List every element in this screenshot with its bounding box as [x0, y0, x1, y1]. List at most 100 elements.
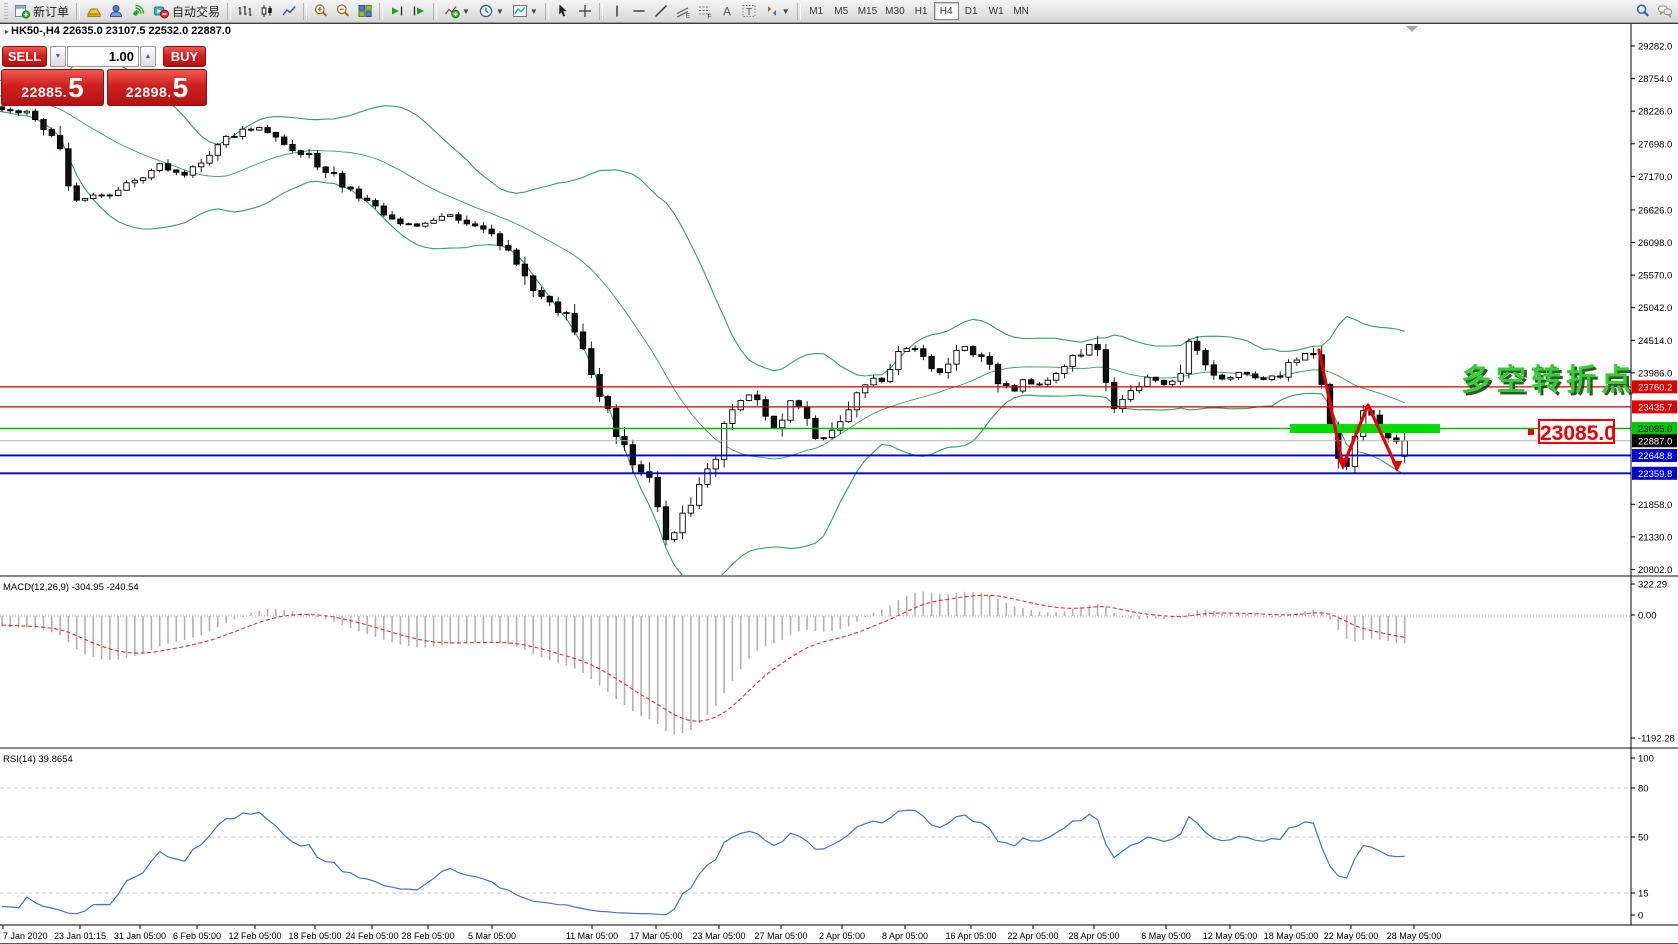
- tile-windows-button[interactable]: [354, 1, 376, 21]
- signals-button[interactable]: [127, 1, 149, 21]
- buy-button[interactable]: BUY: [163, 46, 206, 67]
- zigzag-arrowhead-icon: [1391, 461, 1403, 472]
- candle-down: [1036, 383, 1043, 386]
- volume-increase-button[interactable]: ▲: [140, 46, 156, 67]
- price-tag-label: 23760.2: [1638, 382, 1672, 393]
- trendline-tool-button[interactable]: [650, 1, 672, 21]
- candle-up: [81, 198, 89, 201]
- candle-up: [239, 128, 246, 137]
- rsi-tick-label: 50: [1638, 833, 1649, 844]
- candlestick-chart-type-button[interactable]: [256, 1, 278, 21]
- candle-up: [787, 400, 794, 421]
- timeframe-h1-button[interactable]: H1: [909, 2, 934, 20]
- equidistant-channel-icon: E: [676, 7, 690, 19]
- candle-down: [397, 218, 404, 225]
- timeframe-h4-button[interactable]: H4: [933, 2, 959, 20]
- time-tick-label: 18 May 05:00: [1264, 931, 1319, 941]
- crosshair-tool-button[interactable]: [574, 1, 596, 21]
- candle-up: [679, 512, 686, 534]
- time-tick-label: 8 Apr 05:00: [882, 931, 928, 941]
- timeframe-toolbar: M1 M5 M15 M30 H1 H4 D1 W1 MN: [804, 2, 1034, 20]
- community-button[interactable]: [105, 1, 127, 21]
- time-tick-label: 6 May 05:00: [1141, 931, 1191, 941]
- candle-down: [521, 263, 529, 277]
- zoom-in-button[interactable]: [310, 1, 332, 21]
- line-chart-type-button[interactable]: [278, 1, 300, 21]
- text-tool-button[interactable]: A: [716, 1, 738, 21]
- candle-down: [1028, 379, 1035, 385]
- time-tick-label: 24 Feb 05:00: [345, 931, 398, 941]
- candle-down: [496, 233, 504, 246]
- timeframe-d1-button[interactable]: D1: [959, 2, 984, 20]
- candle-down: [65, 148, 72, 187]
- timeframe-m1-button[interactable]: M1: [804, 2, 829, 20]
- time-tick-label: 12 May 05:00: [1203, 931, 1258, 941]
- vertical-line-tool-button[interactable]: [606, 1, 628, 21]
- rsi-line: [1, 809, 1405, 916]
- buy-price-button[interactable]: 22898.5: [107, 69, 207, 106]
- candle-up: [430, 219, 437, 224]
- candle-down: [455, 214, 462, 221]
- chat-button[interactable]: [1654, 1, 1676, 21]
- channel-tool-button[interactable]: E: [672, 1, 694, 21]
- time-tick-label: 7 Jan 2020: [3, 931, 48, 941]
- macd-indicator: [1, 591, 1406, 735]
- timeframe-w1-button[interactable]: W1: [984, 2, 1009, 20]
- volume-decrease-button[interactable]: ▼: [50, 46, 66, 67]
- candle-up: [123, 182, 130, 191]
- timeframe-m30-button[interactable]: M30: [881, 2, 908, 20]
- chart-canvas[interactable]: 29282.0 28754.0 28226.0 27698.0 27170.0 26626…: [0, 23, 1678, 944]
- templates-button[interactable]: ▼: [508, 1, 542, 21]
- sell-price-button[interactable]: 22885.5: [1, 69, 104, 106]
- candle-down: [15, 110, 22, 114]
- periods-button[interactable]: ▼: [474, 1, 508, 21]
- dropdown-caret: ▼: [462, 6, 470, 16]
- candle-down: [413, 223, 421, 227]
- fibonacci-tool-button[interactable]: F: [694, 1, 716, 21]
- bar-chart-type-button[interactable]: [234, 1, 256, 21]
- candle-down: [388, 214, 396, 220]
- timeframe-m15-button[interactable]: M15: [854, 2, 881, 20]
- candle-down: [546, 295, 553, 303]
- candle-up: [1061, 366, 1068, 374]
- cursor-tool-button[interactable]: [552, 1, 574, 21]
- zoom-out-button[interactable]: [332, 1, 354, 21]
- timeframe-m5-button[interactable]: M5: [829, 2, 854, 20]
- candle-down: [372, 200, 379, 207]
- candle-up: [1052, 373, 1060, 381]
- tile-windows-icon: [358, 5, 372, 17]
- callout-anchor-handle[interactable]: [1528, 429, 1534, 435]
- candle-down: [986, 356, 993, 365]
- autotrading-button[interactable]: 自动交易: [149, 1, 224, 21]
- charts-button[interactable]: [83, 1, 105, 21]
- auto-scroll-button[interactable]: [386, 1, 408, 21]
- sell-button[interactable]: SELL: [2, 46, 47, 67]
- new-order-button[interactable]: 新订单: [10, 1, 73, 21]
- arrows-tool-button[interactable]: ▼: [760, 1, 794, 21]
- candle-up: [1169, 380, 1176, 385]
- label-tool-button[interactable]: T: [738, 1, 760, 21]
- candle-down: [579, 331, 587, 350]
- highlight-green-bar[interactable]: [1290, 424, 1440, 434]
- volume-input[interactable]: 1.00: [67, 46, 139, 67]
- rsi-tick-label: 100: [1638, 754, 1654, 765]
- dropdown-caret: ▼: [495, 6, 504, 16]
- svg-text:F: F: [707, 14, 711, 20]
- bar-chart-icon: [238, 6, 252, 16]
- timeframe-mn-button[interactable]: MN: [1009, 2, 1034, 20]
- indicators-button[interactable]: ▼: [440, 1, 474, 21]
- candle-up: [148, 170, 155, 179]
- price-tick-label: 27170.0: [1638, 172, 1672, 183]
- chart-shift-button[interactable]: [408, 1, 430, 21]
- price-tick-label: 29282.0: [1638, 42, 1672, 53]
- candle-up: [139, 177, 147, 181]
- candle-up: [729, 409, 736, 424]
- svg-text:T: T: [746, 7, 752, 18]
- search-button[interactable]: [1632, 1, 1654, 21]
- horizontal-line-tool-button[interactable]: [628, 1, 650, 21]
- candle-down: [164, 163, 172, 171]
- candle-down: [1152, 376, 1159, 381]
- candle-up: [945, 363, 952, 373]
- price-callout-label[interactable]: 23085.0: [1538, 419, 1616, 445]
- candle-down: [7, 109, 14, 112]
